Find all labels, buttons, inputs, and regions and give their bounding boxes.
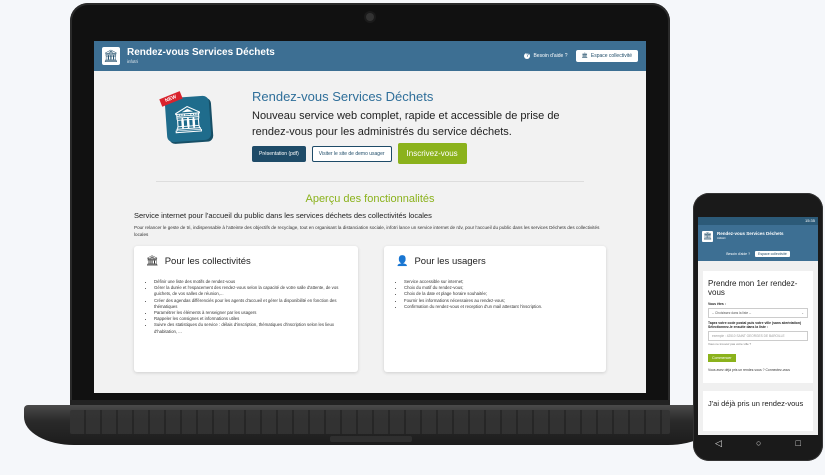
list-item: Gérer la durée et l'espacement des rende… (154, 285, 346, 297)
phone: 15:35 🏛 Rendez-vous Services Déchets inf… (693, 193, 823, 461)
card-title: Pour les collectivités (164, 256, 251, 267)
already-booked-link[interactable]: Vous avez déjà pris un rendez-vous ? Con… (708, 368, 808, 373)
card-collectivites: 🏛 Pour les collectivités Définir une lis… (134, 246, 358, 372)
profile-select[interactable]: -- Choisissez dans la liste -- ⌄ (708, 308, 808, 318)
postal-hint[interactable]: Vous ne trouvez pas votre ville ? (708, 342, 808, 346)
bank-icon: 🏛 (102, 47, 120, 65)
status-bar: 15:35 (698, 217, 818, 225)
hero-buttons: Présentation (pdf) Visiter le site de de… (252, 143, 467, 164)
phone-help-link[interactable]: Besoin d'aide ? (726, 252, 750, 256)
app-title: Rendez-vous Services Déchets (127, 46, 275, 58)
card-title: Pour les usagers (414, 256, 486, 267)
features-subtitle: Service internet pour l'accueil du publi… (134, 211, 432, 220)
card-title: Prendre mon 1er rendez-vous (708, 279, 798, 297)
card-title: J'ai déjà pris un rendez-vous (708, 399, 804, 408)
webcam (366, 13, 374, 21)
phone-app-header: 🏛 Rendez-vous Services Déchets infotri (698, 225, 818, 247)
list-item: Suivre des statistiques du service : dél… (154, 322, 346, 334)
bank-icon: 🏛 (702, 230, 713, 242)
bank-icon: 🏛 (581, 53, 588, 59)
chevron-down-icon: ⌄ (801, 311, 804, 315)
app-header: 🏛 Rendez-vous Services Déchets infotri ?… (94, 41, 646, 71)
hero-tagline: Nouveau service web complet, rapide et a… (252, 110, 560, 138)
existing-appointment-card: J'ai déjà pris un rendez-vous (703, 391, 813, 431)
phone-nav-bar: ◁ ○ □ (698, 435, 818, 451)
presentation-button[interactable]: Présentation (pdf) (252, 145, 306, 162)
home-icon[interactable]: ○ (756, 438, 761, 448)
laptop-screen: 🏛 Rendez-vous Services Déchets infotri ?… (94, 41, 646, 393)
laptop-lid: 🏛 Rendez-vous Services Déchets infotri ?… (70, 3, 670, 407)
app-subtitle: infotri (127, 58, 139, 64)
help-link[interactable]: ? Besoin d'aide ? (524, 53, 568, 59)
page-content: 🏛 NEW Rendez-vous Services Déchets Nouve… (94, 71, 646, 372)
trackpad (330, 436, 412, 442)
card-usagers: 👤 Pour les usagers Service accessible su… (384, 246, 606, 372)
hero: 🏛 NEW Rendez-vous Services Déchets Nouve… (94, 71, 646, 171)
signup-button[interactable]: Inscrivez-vous (397, 143, 467, 164)
list-item: Créer des agendas différenciés pour les … (154, 298, 346, 310)
user-icon: 👤 (396, 256, 409, 267)
you-are-label: Vous êtes : (708, 302, 726, 306)
phone-app-title: Rendez-vous Services Déchets (717, 230, 784, 236)
list-item: Confirmation du rendez-vous et reception… (404, 304, 594, 310)
phone-app-subtitle: infotri (717, 235, 726, 240)
collectivites-list: Définir une liste des motifs de rendez-v… (146, 279, 346, 335)
first-appointment-card: Prendre mon 1er rendez-vous Vous êtes : … (703, 271, 813, 383)
help-label: Besoin d'aide ? (533, 53, 568, 59)
features-title: Aperçu des fonctionnalités (305, 193, 435, 205)
phone-screen: 15:35 🏛 Rendez-vous Services Déchets inf… (698, 217, 818, 435)
postal-input[interactable]: exemple : 42510 SAINT GEORGES DE BAROILL… (708, 331, 808, 341)
space-label: Espace collectivité (590, 53, 632, 59)
demo-button[interactable]: Visiter le site de demo usager (311, 145, 392, 162)
start-button[interactable]: Commencer (708, 354, 736, 362)
status-time: 15:35 (804, 218, 815, 223)
phone-space-button[interactable]: Espace collectivité (755, 251, 790, 257)
keyboard (70, 410, 670, 434)
usagers-list: Service accessible sur internet; Choix d… (396, 279, 594, 310)
phone-actions: Besoin d'aide ? Espace collectivité (698, 247, 818, 261)
divider (156, 181, 584, 182)
features-description: Pour relancer le geste de tri, indispens… (134, 225, 600, 237)
help-icon: ? (524, 53, 531, 59)
hero-title: Rendez-vous Services Déchets (252, 89, 434, 104)
back-icon[interactable]: ◁ (715, 438, 722, 449)
espace-collectivite-button[interactable]: 🏛 Espace collectivité (575, 50, 638, 62)
bank-icon: 🏛 (146, 256, 159, 267)
postal-label: Tapez votre code postal puis votre ville… (708, 321, 802, 329)
recents-icon[interactable]: □ (796, 438, 801, 448)
